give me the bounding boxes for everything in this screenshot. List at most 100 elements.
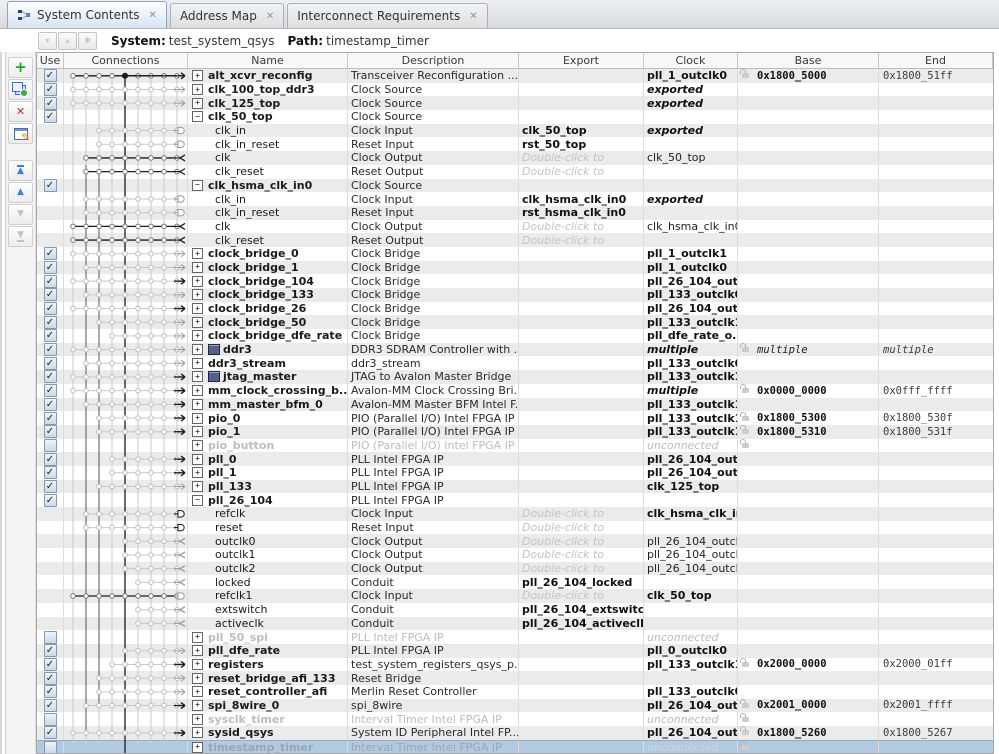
expand-icon[interactable]: + <box>192 276 203 287</box>
tab-interconnect-requirements[interactable]: Interconnect Requirements✕ <box>287 3 487 28</box>
expand-icon[interactable]: + <box>192 385 203 396</box>
base-cell[interactable] <box>738 220 879 234</box>
table-row[interactable]: ✓+pio_1PIO (Parallel I/O) Intel FPGA IPp… <box>37 425 993 439</box>
table-row[interactable]: ✓−clk_50_topClock Source <box>37 110 993 124</box>
lock-icon[interactable] <box>742 730 749 735</box>
base-cell[interactable]: multiple <box>738 343 879 357</box>
clock-cell[interactable]: clk_hsma_clk_in0 <box>644 220 738 234</box>
export-cell[interactable]: Double-click to <box>519 165 644 179</box>
clock-cell[interactable]: pll_0_outclk0 <box>644 644 738 658</box>
table-row[interactable]: ✓+pll_dfe_ratePLL Intel FPGA IPpll_0_out… <box>37 644 993 658</box>
clock-cell[interactable]: unconnected <box>644 741 738 754</box>
table-row[interactable]: ✓+clk_125_topClock Sourceexported <box>37 96 993 110</box>
export-cell[interactable] <box>519 247 644 261</box>
expand-icon[interactable]: + <box>192 98 203 109</box>
table-row[interactable]: ✓+spi_8wire_0spi_8wirepll_26_104_out...0… <box>37 699 993 713</box>
expand-icon[interactable]: + <box>192 289 203 300</box>
clock-cell[interactable]: unconnected <box>644 630 738 644</box>
expand-icon[interactable]: + <box>192 399 203 410</box>
base-cell[interactable] <box>738 398 879 412</box>
base-cell[interactable]: 0x0000_0000 <box>738 384 879 398</box>
clock-cell[interactable]: pll_133_outclk1 <box>644 425 738 439</box>
clock-cell[interactable]: pll_26_104_outcl... <box>644 562 738 576</box>
lock-icon[interactable] <box>742 443 749 448</box>
expand-icon[interactable]: + <box>192 700 203 711</box>
expand-icon[interactable]: + <box>192 686 203 697</box>
use-checkbox[interactable]: ✓ <box>44 494 57 507</box>
use-checkbox[interactable]: ✓ <box>44 179 57 192</box>
base-cell[interactable] <box>738 741 879 754</box>
expand-icon[interactable]: + <box>192 632 203 643</box>
use-checkbox[interactable]: ✓ <box>44 302 57 315</box>
clock-cell[interactable]: pll_1_outclk0 <box>644 261 738 275</box>
column-header-use[interactable]: Use <box>37 53 64 68</box>
base-cell[interactable] <box>738 179 879 193</box>
base-cell[interactable] <box>738 124 879 138</box>
clock-cell[interactable] <box>644 617 738 631</box>
base-cell[interactable] <box>738 575 879 589</box>
base-cell[interactable] <box>738 617 879 631</box>
export-cell[interactable] <box>519 425 644 439</box>
export-cell[interactable]: clk_50_top <box>519 124 644 138</box>
clock-cell[interactable]: pll_26_104_out... <box>644 699 738 713</box>
column-header-base[interactable]: Base <box>738 53 879 68</box>
expand-icon[interactable]: + <box>192 742 203 753</box>
expand-icon[interactable]: + <box>192 84 203 95</box>
table-row[interactable]: clk_in_resetReset Inputrst_hsma_clk_in0 <box>37 206 993 220</box>
expand-icon[interactable]: + <box>192 413 203 424</box>
base-cell[interactable] <box>738 315 879 329</box>
base-cell[interactable] <box>738 521 879 535</box>
use-checkbox[interactable]: ✓ <box>44 480 57 493</box>
table-row[interactable]: outclk1Clock OutputDouble-click topll_26… <box>37 548 993 562</box>
use-checkbox[interactable] <box>44 439 57 452</box>
move-down-icon[interactable]: ▾ <box>38 32 57 50</box>
use-checkbox[interactable]: ✓ <box>44 97 57 110</box>
lock-icon[interactable] <box>742 73 749 78</box>
export-cell[interactable] <box>519 384 644 398</box>
export-cell[interactable] <box>519 699 644 713</box>
add-component-button[interactable]: + <box>8 57 33 78</box>
use-checkbox[interactable]: ✓ <box>44 69 57 82</box>
use-checkbox[interactable]: ✓ <box>44 466 57 479</box>
clock-cell[interactable]: pll_1_outclk0 <box>644 69 738 83</box>
base-cell[interactable] <box>738 274 879 288</box>
clock-cell[interactable]: multiple <box>644 343 738 357</box>
export-cell[interactable]: Double-click to <box>519 521 644 535</box>
clock-cell[interactable] <box>644 603 738 617</box>
base-cell[interactable] <box>738 83 879 97</box>
clock-cell[interactable]: pll_133_outclk1 <box>644 315 738 329</box>
clock-cell[interactable]: clk_50_top <box>644 151 738 165</box>
collapse-icon[interactable]: − <box>192 495 203 506</box>
table-row[interactable]: ✓+ddr3_streamddr3_streampll_133_outclk0 <box>37 356 993 370</box>
expand-icon[interactable]: + <box>192 262 203 273</box>
use-checkbox[interactable]: ✓ <box>44 288 57 301</box>
table-row[interactable]: clkClock OutputDouble-click toclk_50_top <box>37 151 993 165</box>
base-cell[interactable] <box>738 137 879 151</box>
expand-icon[interactable]: + <box>192 714 203 725</box>
export-cell[interactable] <box>519 712 644 726</box>
move-down-button[interactable]: ▼ <box>8 204 33 225</box>
export-cell[interactable] <box>519 110 644 124</box>
table-row[interactable]: extswitchConduitpll_26_104_extswitch <box>37 603 993 617</box>
base-cell[interactable] <box>738 603 879 617</box>
export-cell[interactable]: rst_50_top <box>519 137 644 151</box>
export-cell[interactable] <box>519 329 644 343</box>
clock-cell[interactable] <box>644 110 738 124</box>
edit-button[interactable] <box>8 123 33 144</box>
export-cell[interactable]: Double-click to <box>519 233 644 247</box>
expand-icon[interactable]: + <box>192 659 203 670</box>
expand-icon[interactable]: + <box>192 440 203 451</box>
table-row[interactable]: refclkClock InputDouble-click toclk_hsma… <box>37 507 993 521</box>
base-cell[interactable] <box>738 493 879 507</box>
table-row[interactable]: ✓−clk_hsma_clk_in0Clock Source <box>37 179 993 193</box>
export-cell[interactable]: pll_26_104_extswitch <box>519 603 644 617</box>
filter-icon[interactable]: ✱ <box>78 32 97 50</box>
table-row[interactable]: ✓+mm_master_bfm_0Avalon-MM Master BFM In… <box>37 398 993 412</box>
expand-icon[interactable]: + <box>192 248 203 259</box>
lock-icon[interactable] <box>742 416 749 421</box>
base-cell[interactable] <box>738 247 879 261</box>
table-row[interactable]: ✓+clock_bridge_0Clock Bridgepll_1_outclk… <box>37 247 993 261</box>
use-checkbox[interactable]: ✓ <box>44 343 57 356</box>
table-row[interactable]: ✓+clock_bridge_dfe_rateClock Bridgepll_d… <box>37 329 993 343</box>
clock-cell[interactable]: exported <box>644 96 738 110</box>
